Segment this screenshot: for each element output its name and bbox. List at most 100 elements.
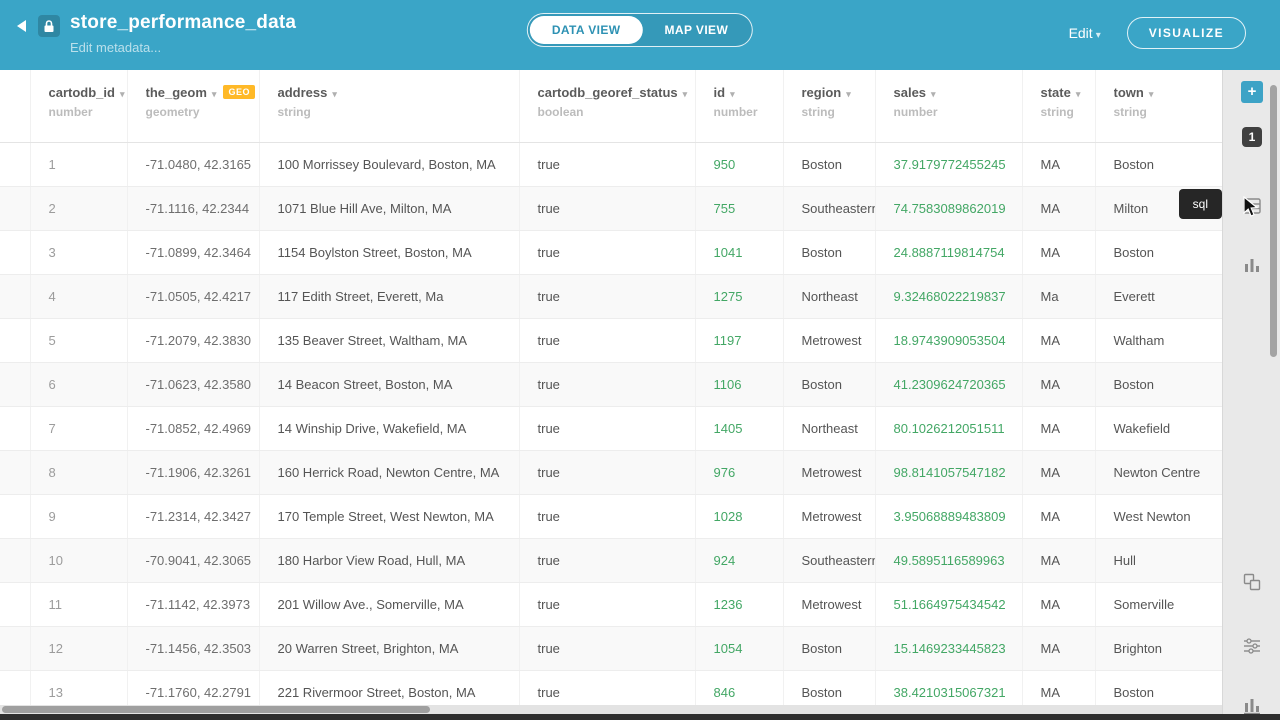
- column-header-sales[interactable]: sales▾number: [875, 70, 1022, 142]
- cell-cartodb_georef_status[interactable]: true: [519, 406, 695, 450]
- cell-address[interactable]: 117 Edith Street, Everett, Ma: [259, 274, 519, 318]
- sql-tooltip[interactable]: sql: [1179, 189, 1222, 219]
- cell-id[interactable]: 1028: [695, 494, 783, 538]
- cell-the_geom[interactable]: -70.9041, 42.3065: [127, 538, 259, 582]
- cell-address[interactable]: 180 Harbor View Road, Hull, MA: [259, 538, 519, 582]
- cell-region[interactable]: Northeast: [783, 406, 875, 450]
- column-header-region[interactable]: region▾string: [783, 70, 875, 142]
- add-button[interactable]: +: [1241, 81, 1263, 103]
- cell-id[interactable]: 1236: [695, 582, 783, 626]
- cell-cartodb_georef_status[interactable]: true: [519, 318, 695, 362]
- edit-dropdown[interactable]: Edit▾: [1069, 25, 1101, 41]
- cell-town[interactable]: Newton Centre: [1095, 450, 1222, 494]
- stats-icon[interactable]: [1243, 697, 1261, 715]
- cell-state[interactable]: MA: [1022, 494, 1095, 538]
- tab-data-view[interactable]: DATA VIEW: [530, 16, 643, 44]
- cell-town[interactable]: Waltham: [1095, 318, 1222, 362]
- cell-region[interactable]: Boston: [783, 362, 875, 406]
- cell-id[interactable]: 755: [695, 186, 783, 230]
- cell-id[interactable]: 1405: [695, 406, 783, 450]
- cell-cartodb_id[interactable]: 12: [30, 626, 127, 670]
- cell-sales[interactable]: 15.1469233445823: [875, 626, 1022, 670]
- cell-sales[interactable]: 38.4210315067321: [875, 670, 1022, 706]
- cell-state[interactable]: MA: [1022, 670, 1095, 706]
- cell-id[interactable]: 846: [695, 670, 783, 706]
- cell-cartodb_id[interactable]: 5: [30, 318, 127, 362]
- cell-state[interactable]: MA: [1022, 230, 1095, 274]
- cell-sales[interactable]: 80.1026212051511: [875, 406, 1022, 450]
- cell-region[interactable]: Metrowest: [783, 582, 875, 626]
- cell-cartodb_id[interactable]: 2: [30, 186, 127, 230]
- cell-cartodb_id[interactable]: 3: [30, 230, 127, 274]
- cell-the_geom[interactable]: -71.1760, 42.2791: [127, 670, 259, 706]
- cell-sales[interactable]: 37.9179772455245: [875, 142, 1022, 186]
- layer-count-badge[interactable]: 1: [1242, 127, 1262, 147]
- lock-icon[interactable]: [38, 15, 60, 37]
- cell-town[interactable]: Boston: [1095, 142, 1222, 186]
- cell-cartodb_georef_status[interactable]: true: [519, 186, 695, 230]
- cell-state[interactable]: MA: [1022, 362, 1095, 406]
- cell-town[interactable]: Everett: [1095, 274, 1222, 318]
- cell-town[interactable]: Somerville: [1095, 582, 1222, 626]
- cell-state[interactable]: MA: [1022, 582, 1095, 626]
- cell-cartodb_georef_status[interactable]: true: [519, 142, 695, 186]
- cell-address[interactable]: 14 Winship Drive, Wakefield, MA: [259, 406, 519, 450]
- column-header-cartodb_georef_status[interactable]: cartodb_georef_status▾boolean: [519, 70, 695, 142]
- cell-the_geom[interactable]: -71.1906, 42.3261: [127, 450, 259, 494]
- cell-state[interactable]: MA: [1022, 626, 1095, 670]
- cell-state[interactable]: MA: [1022, 186, 1095, 230]
- cell-sales[interactable]: 18.9743909053504: [875, 318, 1022, 362]
- cell-address[interactable]: 14 Beacon Street, Boston, MA: [259, 362, 519, 406]
- cell-the_geom[interactable]: -71.2079, 42.3830: [127, 318, 259, 362]
- cell-cartodb_id[interactable]: 4: [30, 274, 127, 318]
- cell-sales[interactable]: 49.5895116589963: [875, 538, 1022, 582]
- chart-bars-icon[interactable]: [1243, 256, 1261, 274]
- cell-id[interactable]: 924: [695, 538, 783, 582]
- cell-sales[interactable]: 74.7583089862019: [875, 186, 1022, 230]
- cell-the_geom[interactable]: -71.1142, 42.3973: [127, 582, 259, 626]
- cell-region[interactable]: Metrowest: [783, 450, 875, 494]
- tab-map-view[interactable]: MAP VIEW: [643, 16, 751, 44]
- cell-town[interactable]: Boston: [1095, 362, 1222, 406]
- cell-id[interactable]: 1041: [695, 230, 783, 274]
- cell-cartodb_georef_status[interactable]: true: [519, 230, 695, 274]
- cell-sales[interactable]: 98.8141057547182: [875, 450, 1022, 494]
- cell-sales[interactable]: 41.2309624720365: [875, 362, 1022, 406]
- cell-the_geom[interactable]: -71.0480, 42.3165: [127, 142, 259, 186]
- cell-cartodb_id[interactable]: 13: [30, 670, 127, 706]
- cell-id[interactable]: 1054: [695, 626, 783, 670]
- vertical-scrollbar[interactable]: [1270, 85, 1277, 357]
- cell-region[interactable]: Boston: [783, 142, 875, 186]
- cell-sales[interactable]: 51.1664975434542: [875, 582, 1022, 626]
- filter-sliders-icon[interactable]: [1243, 638, 1261, 656]
- cell-cartodb_georef_status[interactable]: true: [519, 670, 695, 706]
- cell-region[interactable]: Southeastern: [783, 538, 875, 582]
- cell-town[interactable]: Hull: [1095, 538, 1222, 582]
- column-header-town[interactable]: town▾string: [1095, 70, 1222, 142]
- cell-address[interactable]: 20 Warren Street, Brighton, MA: [259, 626, 519, 670]
- column-header-the_geom[interactable]: the_geom▾GEOgeometry: [127, 70, 259, 142]
- cell-town[interactable]: Wakefield: [1095, 406, 1222, 450]
- cell-cartodb_georef_status[interactable]: true: [519, 362, 695, 406]
- cell-address[interactable]: 221 Rivermoor Street, Boston, MA: [259, 670, 519, 706]
- cell-the_geom[interactable]: -71.0505, 42.4217: [127, 274, 259, 318]
- cell-cartodb_id[interactable]: 9: [30, 494, 127, 538]
- cell-region[interactable]: Metrowest: [783, 318, 875, 362]
- cell-sales[interactable]: 9.32468022219837: [875, 274, 1022, 318]
- cell-the_geom[interactable]: -71.0899, 42.3464: [127, 230, 259, 274]
- cell-state[interactable]: Ma: [1022, 274, 1095, 318]
- cell-town[interactable]: Brighton: [1095, 626, 1222, 670]
- cell-region[interactable]: Northeast: [783, 274, 875, 318]
- cell-cartodb_id[interactable]: 8: [30, 450, 127, 494]
- cell-cartodb_georef_status[interactable]: true: [519, 626, 695, 670]
- cell-cartodb_id[interactable]: 10: [30, 538, 127, 582]
- cell-the_geom[interactable]: -71.0852, 42.4969: [127, 406, 259, 450]
- cell-state[interactable]: MA: [1022, 538, 1095, 582]
- cell-state[interactable]: MA: [1022, 318, 1095, 362]
- cell-address[interactable]: 201 Willow Ave., Somerville, MA: [259, 582, 519, 626]
- cell-id[interactable]: 976: [695, 450, 783, 494]
- column-header-address[interactable]: address▾string: [259, 70, 519, 142]
- cell-cartodb_id[interactable]: 7: [30, 406, 127, 450]
- cell-region[interactable]: Southeastern: [783, 186, 875, 230]
- cell-address[interactable]: 1154 Boylston Street, Boston, MA: [259, 230, 519, 274]
